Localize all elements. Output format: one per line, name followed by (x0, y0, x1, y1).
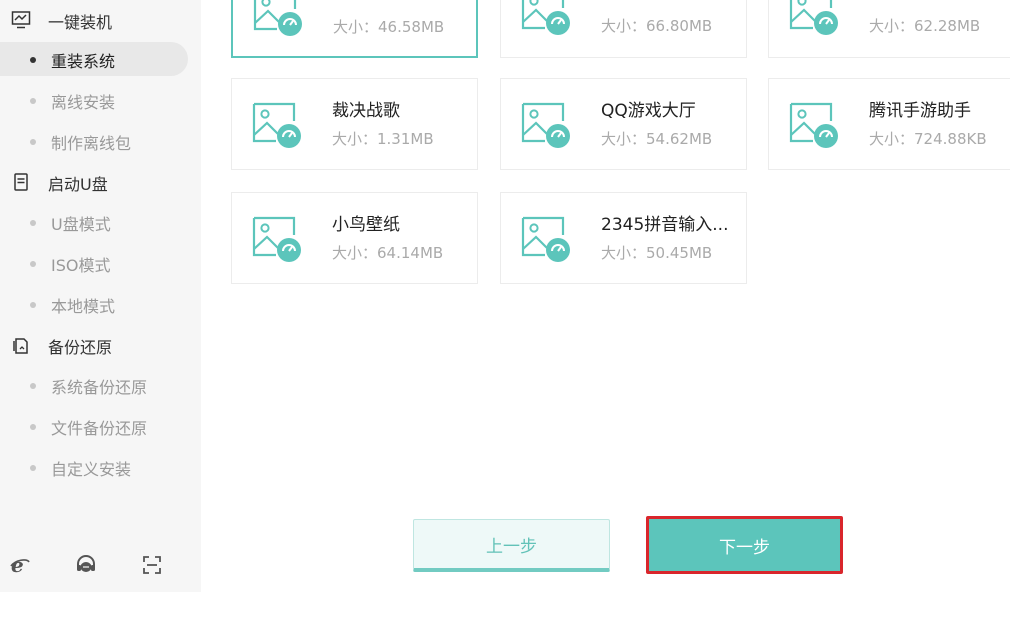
software-name: 小鸟壁纸 (332, 215, 400, 235)
software-name: 2345拼音输入... (601, 215, 729, 235)
sidebar-item-system-backup-restore[interactable]: 系统备份还原 (0, 368, 201, 402)
software-size: 大小：46.58MB (333, 18, 445, 36)
sidebar-item-file-backup-restore[interactable]: 文件备份还原 (0, 409, 201, 443)
software-card[interactable]: 腾讯手游助手 大小：724.88KB (768, 78, 1010, 170)
software-card[interactable]: 2345拼音输入... 大小：50.45MB (500, 192, 747, 284)
software-card[interactable]: 裁决战歌 大小：1.31MB (231, 78, 478, 170)
software-size: 大小：50.45MB (601, 244, 713, 262)
software-thumbnail-icon (252, 216, 301, 262)
sidebar-footer: e (0, 548, 201, 584)
software-thumbnail-icon (252, 102, 301, 148)
software-size: 大小：62.28MB (869, 17, 981, 35)
software-card[interactable]: 大小：62.28MB (768, 0, 1010, 58)
bullet-dot (30, 302, 36, 308)
software-thumbnail-icon (253, 0, 302, 36)
sidebar-item-label: 文件备份还原 (51, 419, 148, 438)
backup-restore-icon (13, 338, 28, 354)
previous-step-label: 上一步 (486, 536, 537, 557)
software-card[interactable]: 大小：46.58MB (231, 0, 478, 58)
software-size: 大小：724.88KB (869, 130, 987, 148)
next-step-button[interactable]: 下一步 (646, 516, 843, 574)
customer-service-icon[interactable] (75, 554, 97, 576)
software-card[interactable]: QQ游戏大厅 大小：54.62MB (500, 78, 747, 170)
software-size: 大小：1.31MB (332, 130, 434, 148)
next-step-label: 下一步 (719, 537, 770, 558)
software-name: 腾讯手游助手 (869, 101, 971, 121)
bullet-dot (30, 424, 36, 430)
software-thumbnail-icon (521, 216, 570, 262)
software-name: QQ游戏大厅 (601, 101, 696, 121)
sidebar-section-backup-restore[interactable]: 备份还原 (0, 327, 201, 361)
software-thumbnail-icon (789, 102, 838, 148)
software-name: 裁决战歌 (332, 101, 400, 121)
sidebar-item-label: 自定义安装 (51, 460, 132, 479)
software-thumbnail-icon (789, 0, 838, 35)
software-thumbnail-icon (521, 102, 570, 148)
software-size: 大小：64.14MB (332, 244, 444, 262)
software-thumbnail-icon (521, 0, 570, 35)
software-card[interactable]: 大小：66.80MB (500, 0, 747, 58)
bullet-dot (30, 465, 36, 471)
bullet-dot (30, 383, 36, 389)
software-card[interactable]: 小鸟壁纸 大小：64.14MB (231, 192, 478, 284)
software-grid: 大小：46.58MB 大小：66.80MB 大小：62.28MB 裁决战歌 大小… (0, 0, 1010, 300)
software-size: 大小：54.62MB (601, 130, 713, 148)
sidebar-section-label: 备份还原 (48, 338, 113, 357)
software-size: 大小：66.80MB (601, 17, 713, 35)
sidebar-item-custom-install[interactable]: 自定义安装 (0, 450, 201, 484)
ie-browser-icon[interactable]: e (9, 554, 31, 576)
svg-text:e: e (11, 554, 24, 576)
scan-icon[interactable] (141, 554, 163, 576)
previous-step-button[interactable]: 上一步 (413, 519, 610, 572)
sidebar-item-label: 系统备份还原 (51, 378, 148, 397)
